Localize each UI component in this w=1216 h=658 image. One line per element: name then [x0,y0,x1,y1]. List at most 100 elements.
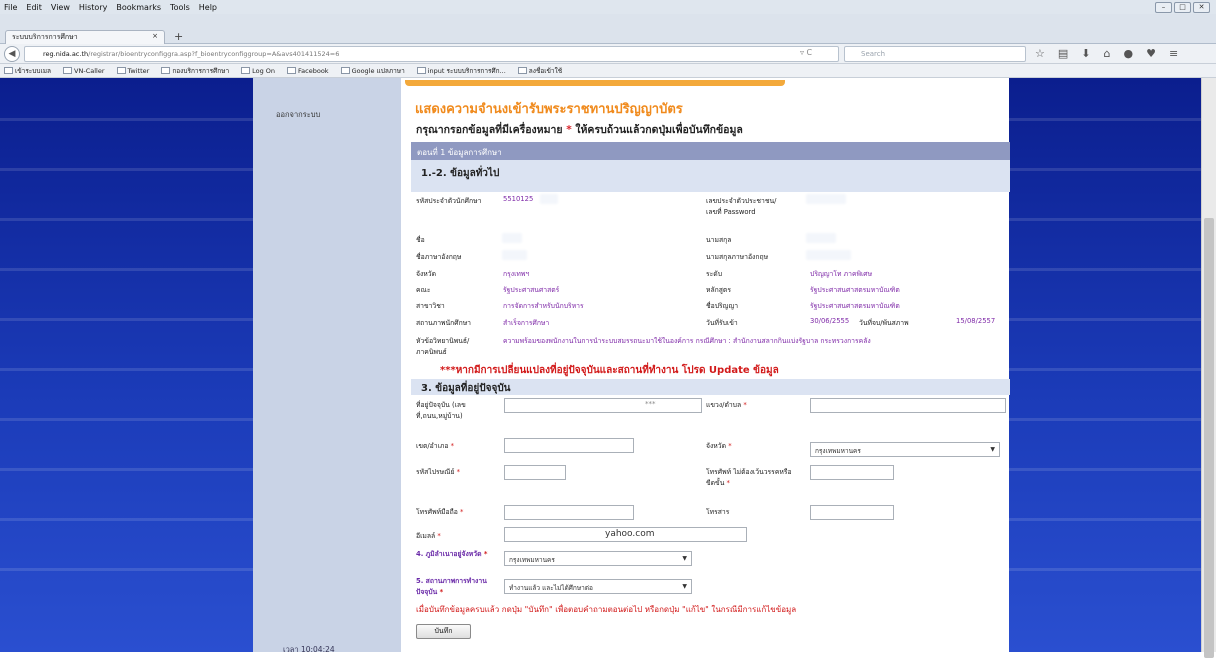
navigation-bar: ◀ reg.nida.ac.th/registrar/bioentryconfi… [0,44,1216,64]
page-title: แสดงความจำนงเข้ารับพระราชทานปริญญาบัตร [415,102,683,117]
redacted [502,233,522,243]
logout-link[interactable]: ออกจากระบบ [276,109,320,121]
close-tab-icon[interactable]: × [152,32,158,43]
thesis-value: ความพร้อมของพนักงานในการนำระบบสมรรถนะมาใ… [503,337,871,345]
curriculum-value: รัฐประศาสนศาสตรมหาบัณฑิต [810,286,900,294]
zip-input[interactable] [504,465,566,480]
subdistrict-input[interactable] [810,398,1006,413]
section-header: ตอนที่ 1 ข้อมูลการศึกษา [411,142,1010,160]
zip-label: รหัสไปรษณีย์ * [416,468,461,476]
province-value: กรุงเทพฯ [503,270,530,278]
bookmark-item[interactable]: Google แปลภาษา [340,66,411,76]
thesis-label: หัวข้อวิทยานิพนธ์/ภาคนิพนธ์ [416,337,470,356]
url-bar[interactable]: reg.nida.ac.th/registrar/bioentryconfigg… [24,46,839,62]
major-value: การจัดการสำหรับนักบริหาร [503,302,584,310]
phone-label: โทรศัพท์ ไม่ต้องเว้นวรรคหรือขีดขั้น * [706,468,792,487]
bookmark-item[interactable]: input ระบบบริการการศึก... [416,66,512,76]
address-province-select[interactable]: กรุงเทพมหานคร ▼ [810,442,1000,457]
bookmark-item[interactable]: ลงชื่อเข้าใช้ [517,66,568,76]
pocket-icon[interactable]: ♥ [1146,47,1156,60]
window-controls: – □ ✕ [1155,2,1210,13]
bookmark-item[interactable]: กองบริการการศึกษา [161,66,235,76]
update-warning: ***หากมีการเปลี่ยนแปลงที่อยู่ปัจจุบันและ… [440,365,779,376]
mobile-input[interactable] [504,505,634,520]
toolbar-icons: ☆ ▤ ⬇ ⌂ ● ♥ ≡ [1035,47,1178,60]
menu-bookmarks[interactable]: Bookmarks [116,3,161,12]
status-value: สำเร็จการศึกษา [503,319,550,327]
footer-instruction: เมื่อบันทึกข้อมูลครบแล้ว กดปุ่ม "บันทึก"… [416,605,797,614]
save-button[interactable]: บันทึก [416,624,471,639]
hometown-select[interactable]: กรุงเทพมหานคร ▼ [504,551,692,566]
curriculum-label: หลักสูตร [706,286,731,294]
menu-view[interactable]: View [51,3,70,12]
chevron-down-icon: ▼ [682,555,687,562]
chevron-down-icon: ▼ [990,446,995,453]
url-path: /registrar/bioentryconfiggra.asp?f_bioen… [88,50,340,58]
admit-date-label: วันที่รับเข้า [706,319,738,327]
download-icon[interactable]: ⬇ [1081,47,1090,60]
idcard-label: เลขประจำตัวประชาชน/เลขที่ Password [706,197,777,216]
address-province-label: จังหวัด * [706,442,732,450]
tab-title: ระบบบริการการศึกษา [12,33,78,41]
grad-date-value: 15/08/2557 [956,317,996,325]
bookmark-item[interactable]: Twitter [116,67,156,75]
name-label: ชื่อ [416,236,425,244]
major-label: สาขาวิชา [416,302,445,310]
minimize-button[interactable]: – [1155,2,1172,13]
home-icon[interactable]: ⌂ [1104,47,1111,60]
bookmarks-bar: เข้าระบบเมล VN-Caller Twitter กองบริการก… [0,64,1216,78]
fax-label: โทรสาร [706,508,730,516]
bookmark-item[interactable]: Log On [241,67,281,75]
bookmark-item[interactable]: VN-Caller [63,67,110,75]
scrollbar[interactable] [1201,78,1216,658]
district-input[interactable] [504,438,634,453]
maximize-button[interactable]: □ [1174,2,1191,13]
degree-label: ชื่อปริญญา [706,302,739,310]
chat-icon[interactable]: ● [1123,47,1133,60]
menu-bar: File Edit View History Bookmarks Tools H… [0,0,1216,14]
admit-date-value: 30/06/2555 [810,317,850,325]
work-status-select[interactable]: ทำงานแล้ว และไม่ได้ศึกษาต่อ ▼ [504,579,692,594]
menu-icon[interactable]: ≡ [1169,47,1178,60]
fax-input[interactable] [810,505,894,520]
surname-label: นามสกุล [706,236,732,244]
bookmark-item[interactable]: Facebook [287,67,335,75]
reading-list-icon[interactable]: ▤ [1058,47,1068,60]
faculty-value: รัฐประศาสนศาสตร์ [503,286,560,294]
chevron-down-icon: ▼ [682,583,687,590]
level-value: ปริญญาโท ภาคพิเศษ [810,270,873,278]
menu-tools[interactable]: Tools [170,3,190,12]
work-status-label: 5. สถานภาพการทำงานปัจจุบัน * [416,577,487,596]
search-input[interactable]: Search [844,46,1026,62]
redacted [806,194,846,204]
reload-icon[interactable]: ▿ C [800,48,812,57]
menu-edit[interactable]: Edit [26,3,42,12]
phone-input[interactable] [810,465,894,480]
level-label: ระดับ [706,270,723,278]
close-window-button[interactable]: ✕ [1193,2,1210,13]
instruction-text: กรุณากรอกข้อมูลที่มีเครื่องหมาย * ให้ครบ… [416,124,743,136]
bookmark-star-icon[interactable]: ☆ [1035,47,1045,60]
menu-history[interactable]: History [79,3,107,12]
redacted [806,250,851,260]
tab-bar: ระบบบริการการศึกษา × + [0,14,1216,44]
menu-file[interactable]: File [4,3,17,12]
url-host: reg.nida.ac.th [43,50,89,58]
district-label: เขต/อำเภอ * [416,442,455,450]
scrollbar-thumb[interactable] [1204,218,1214,658]
hometown-label: 4. ภูมิลำเนาอยู่จังหวัด * [416,550,488,558]
clock-text: เวลา 10:04:24 [283,645,335,654]
back-button[interactable]: ◀ [4,46,20,62]
new-tab-icon[interactable]: + [174,30,183,43]
address-input[interactable]: *** [504,398,702,413]
tab-active[interactable]: ระบบบริการการศึกษา × [5,30,165,44]
mobile-label: โทรศัพท์มือถือ * [416,508,464,516]
menu-help[interactable]: Help [199,3,217,12]
bookmark-item[interactable]: เข้าระบบเมล [4,66,57,76]
student-id-value: 5510125 [503,195,534,203]
address-value: *** [645,400,656,408]
background-left [0,78,253,652]
redacted [540,194,558,204]
email-input[interactable]: yahoo.com [504,527,747,542]
faculty-label: คณะ [416,286,431,294]
